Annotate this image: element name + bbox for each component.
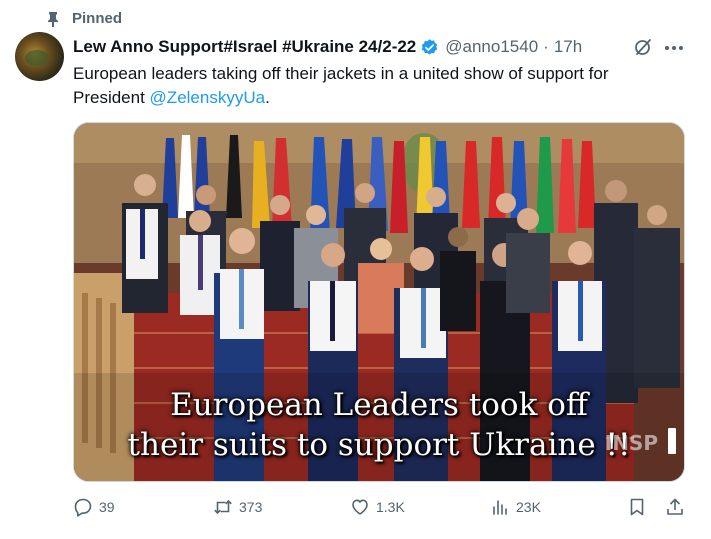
repost-count: 373	[239, 499, 263, 515]
like-count: 1.3K	[376, 499, 405, 515]
pinned-indicator: Pinned	[46, 10, 122, 27]
separator-dot: ·	[543, 37, 549, 56]
mention-link[interactable]: @ZelenskyyUa	[150, 88, 266, 107]
action-bar: 39 373 1.3K 23K	[0, 497, 711, 521]
grok-icon[interactable]	[633, 37, 653, 57]
media-video[interactable]: European Leaders took off their suits to…	[73, 122, 685, 482]
tweet-header: Lew Anno Support#Israel #Ukraine 24/2-22…	[73, 36, 582, 58]
reply-count: 39	[99, 499, 115, 515]
views-count: 23K	[516, 499, 541, 515]
caption-line-1: European Leaders took off	[170, 387, 588, 423]
tweet-text-after: .	[265, 88, 270, 107]
repost-button[interactable]: 373	[213, 497, 262, 517]
repost-icon	[214, 499, 232, 515]
share-button[interactable]	[665, 497, 685, 517]
tweet-text: European leaders taking off their jacket…	[73, 62, 683, 110]
tweet-card[interactable]: Pinned Lew Anno Support#Israel #Ukraine …	[0, 0, 711, 539]
more-icon[interactable]	[663, 38, 685, 58]
handle[interactable]: @anno1540	[445, 36, 538, 58]
watermark: INSP	[604, 431, 658, 455]
reply-button[interactable]: 39	[73, 497, 115, 517]
like-button[interactable]: 1.3K	[350, 497, 405, 517]
verified-badge-icon[interactable]	[420, 38, 439, 57]
avatar[interactable]	[15, 32, 64, 81]
bookmark-button[interactable]	[627, 497, 647, 517]
timestamp[interactable]: 17h	[554, 36, 582, 58]
bookmark-icon	[630, 498, 644, 516]
caption-line-2: their suits to support Ukraine !!	[127, 427, 631, 463]
share-icon	[667, 498, 683, 515]
pin-icon	[48, 11, 58, 27]
reply-icon	[74, 498, 92, 517]
pinned-label: Pinned	[72, 10, 123, 27]
volume-indicator[interactable]	[668, 428, 676, 454]
views-button[interactable]: 23K	[490, 497, 541, 517]
like-icon	[352, 499, 368, 515]
display-name[interactable]: Lew Anno Support#Israel #Ukraine 24/2-22	[73, 36, 416, 58]
views-icon	[493, 500, 507, 515]
